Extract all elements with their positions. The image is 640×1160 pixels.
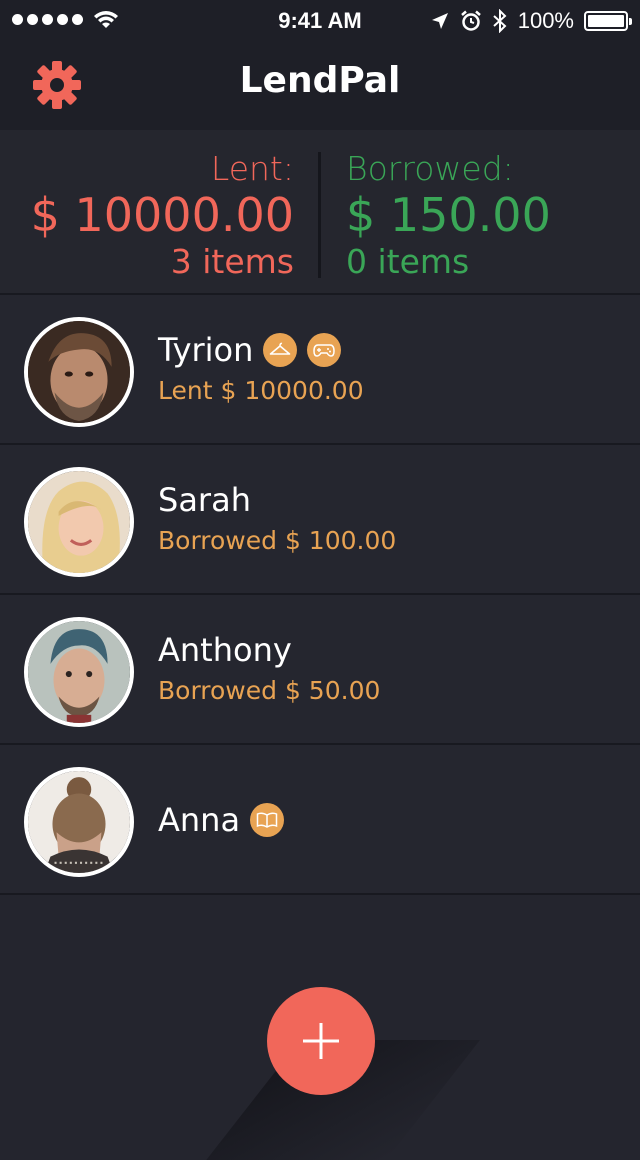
lent-amount: $ 10000.00: [30, 188, 294, 242]
person-name: Sarah: [158, 481, 251, 519]
balance-summary: Lent: $ 10000.00 3 items Borrowed: $ 150…: [0, 130, 640, 295]
borrowed-label: Borrowed:: [346, 149, 514, 188]
list-item[interactable]: Anthony Borrowed $ 50.00: [0, 595, 640, 745]
bluetooth-icon: [493, 9, 507, 33]
battery-icon: [584, 11, 632, 31]
gamepad-icon: [307, 333, 342, 367]
borrowed-summary: Borrowed: $ 150.00 0 items: [346, 148, 551, 284]
book-icon: [250, 803, 285, 837]
person-name-row: Tyrion: [158, 331, 342, 369]
avatar: [24, 317, 134, 427]
lent-items-count: 3 items: [170, 242, 294, 281]
nav-bar: LendPal: [0, 40, 640, 130]
avatar: [24, 767, 134, 877]
borrowed-items-count: 0 items: [346, 242, 470, 281]
app-title: LendPal: [239, 60, 401, 101]
people-list: Tyrion Lent $ 10000.00 Sarah Borrowed $ …: [0, 295, 640, 895]
borrowed-amount: $ 150.00: [346, 188, 551, 242]
add-button[interactable]: [267, 987, 375, 1095]
hanger-icon: [263, 333, 298, 367]
plus-icon: [303, 1023, 339, 1059]
person-name: Tyrion: [158, 331, 254, 369]
person-balance: Lent $ 10000.00: [158, 376, 364, 405]
battery-level: [588, 15, 624, 27]
summary-divider: [318, 152, 321, 278]
status-bar: 9:41 AM 100%: [0, 0, 640, 40]
person-name-row: Sarah: [158, 481, 251, 519]
list-item[interactable]: Sarah Borrowed $ 100.00: [0, 445, 640, 595]
person-name-row: Anna: [158, 801, 285, 839]
alarm-icon: [460, 10, 481, 31]
lent-summary: Lent: $ 10000.00 3 items: [31, 148, 294, 284]
status-right: 100%: [430, 8, 632, 34]
list-item[interactable]: Tyrion Lent $ 10000.00: [0, 295, 640, 445]
person-name-row: Anthony: [158, 631, 292, 669]
person-balance: Borrowed $ 50.00: [158, 676, 381, 705]
person-name: Anna: [158, 801, 241, 839]
person-name: Anthony: [158, 631, 292, 669]
avatar: [24, 467, 134, 577]
lent-label: Lent:: [210, 149, 294, 188]
battery-percent: 100%: [517, 8, 574, 33]
location-arrow-icon: [431, 13, 448, 29]
person-balance: Borrowed $ 100.00: [158, 526, 397, 555]
list-item[interactable]: Anna: [0, 745, 640, 895]
avatar: [24, 617, 134, 727]
